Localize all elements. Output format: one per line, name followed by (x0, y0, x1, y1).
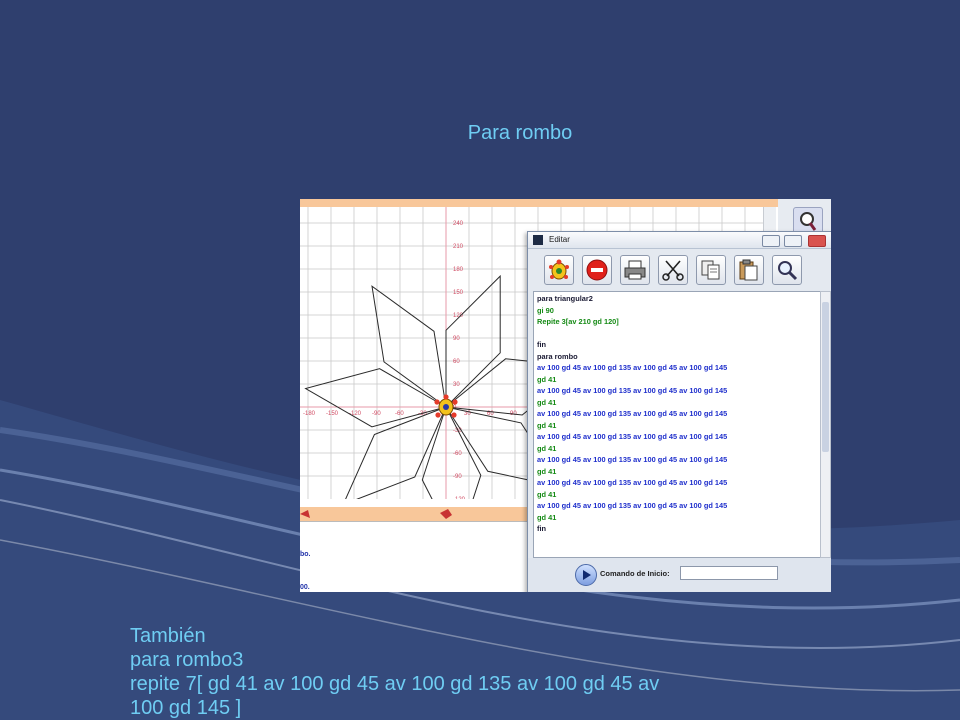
rhombus-shape (304, 368, 447, 428)
code-line: av 100 gd 45 av 100 gd 135 av 100 gd 45 … (537, 501, 728, 510)
code-line: av 100 gd 45 av 100 gd 135 av 100 gd 45 … (537, 409, 728, 418)
turtle-leg (443, 394, 449, 400)
body-line: También (130, 625, 206, 647)
code-line: fin (537, 524, 547, 533)
y-tick-label: 240 (453, 221, 464, 227)
y-tick-label: 150 (453, 290, 464, 296)
y-tick-label: -60 (453, 451, 462, 457)
code-line: av 100 gd 45 av 100 gd 135 av 100 gd 45 … (537, 432, 728, 441)
scroll-thumb[interactable] (822, 302, 829, 452)
code-line: av 100 gd 45 av 100 gd 135 av 100 gd 45 … (537, 478, 728, 487)
editor-toolbar (528, 250, 831, 290)
code-line: gd 41 (537, 443, 557, 453)
bottom-body-text: También para rombo3 repite 7[ gd 41 av 1… (130, 624, 930, 720)
run-button[interactable] (575, 564, 597, 586)
y-tick-label: 60 (453, 359, 460, 365)
minimize-button[interactable] (762, 235, 780, 247)
x-tick-label: -60 (395, 411, 404, 417)
turtle-leg (435, 412, 441, 418)
zoom-icon (778, 261, 798, 281)
code-editor-textarea[interactable]: para triangular2 gi 90 Repite 3[av 210 gd … (533, 291, 822, 558)
top-turtle-strip (300, 199, 783, 207)
x-tick-label: -120 (349, 411, 362, 417)
turtle-button[interactable] (544, 255, 574, 285)
x-tick-label: -180 (303, 411, 316, 417)
bottom-turtle-strip (300, 507, 528, 521)
code-line: gd 41 (537, 374, 557, 384)
paste-icon (739, 259, 758, 281)
turtle-icon (549, 259, 569, 280)
command-label: Comando de Inicio: (600, 569, 670, 578)
print-button[interactable] (620, 255, 650, 285)
y-tick-label: -90 (453, 474, 462, 480)
x-tick-label: -90 (372, 411, 381, 417)
editor-window: Editar para triangular2 gi 90 Repite 3[a… (527, 231, 831, 592)
code-line: gd 41 (537, 397, 557, 407)
y-tick-label: -120 (453, 497, 466, 499)
code-line: gd 41 (537, 512, 557, 522)
body-line: repite 7[ gd 41 av 100 gd 45 av 100 gd 1… (130, 673, 660, 695)
code-line: gi 90 (537, 305, 554, 315)
code-line: gd 41 (537, 489, 557, 499)
copy-button[interactable] (696, 255, 726, 285)
stop-icon (586, 259, 608, 281)
command-bar: Comando de Inicio: (528, 558, 831, 592)
code-line: gd 41 (537, 466, 557, 476)
xlogo-screenshot: 2702402101801501209060300-30-60-90-120-1… (300, 199, 831, 592)
y-tick-label: 30 (453, 382, 460, 388)
turtle-leg (451, 412, 457, 418)
maximize-button[interactable] (784, 235, 802, 247)
code-line: av 100 gd 45 av 100 gd 135 av 100 gd 45 … (537, 363, 728, 372)
rhombus-shape (371, 285, 447, 408)
x-tick-label: -150 (326, 411, 339, 417)
turtle-center (443, 404, 449, 410)
paste-button[interactable] (734, 255, 764, 285)
editor-title: Editar (549, 235, 570, 244)
cut-button[interactable] (658, 255, 688, 285)
body-line: 100 gd 145 ] (130, 697, 242, 719)
scissors-icon (662, 260, 684, 281)
history-console: bo. 00. (300, 521, 528, 592)
slide-title: Para rombo (467, 122, 573, 144)
body-line: para rombo3 (130, 649, 244, 671)
code-line: para rombo (537, 351, 578, 361)
code-line: Repite 3[av 210 gd 120] (537, 317, 619, 326)
xlogo-app-icon (533, 235, 543, 245)
code-line: av 100 gd 45 av 100 gd 135 av 100 gd 45 … (537, 455, 728, 464)
code-line: para triangular2 (537, 294, 593, 303)
code-line: av 100 gd 45 av 100 gd 135 av 100 gd 45 … (537, 386, 728, 395)
console-line: 00. (300, 584, 310, 591)
stop-button[interactable] (582, 255, 612, 285)
print-icon (624, 260, 646, 280)
y-tick-label: 90 (453, 336, 460, 342)
turtle-leg (452, 399, 458, 405)
console-line: bo. (300, 551, 311, 558)
code-line: fin (537, 340, 547, 349)
close-button[interactable] (808, 235, 826, 247)
code-line: gd 41 (537, 420, 557, 430)
command-input[interactable] (680, 566, 778, 580)
zoom-button[interactable] (772, 255, 802, 285)
y-tick-label: 210 (453, 244, 464, 250)
code-scrollbar[interactable] (820, 291, 831, 558)
turtle-leg (434, 399, 440, 405)
y-tick-label: 180 (453, 267, 464, 273)
editor-titlebar[interactable]: Editar (528, 232, 831, 249)
copy-icon (701, 260, 720, 280)
